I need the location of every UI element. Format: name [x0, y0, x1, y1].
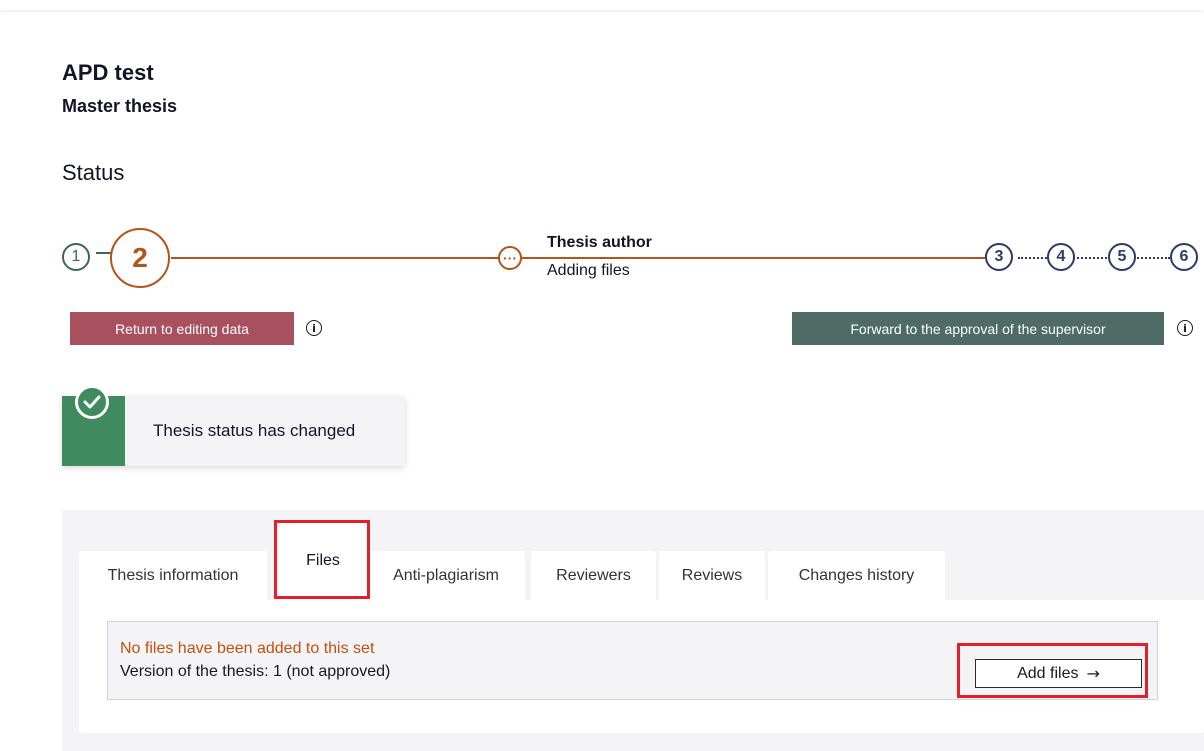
- step-3: 3: [985, 243, 1013, 271]
- tab-reviews[interactable]: Reviews: [659, 551, 765, 600]
- check-circle-icon: [75, 385, 109, 419]
- no-files-message: No files have been added to this set: [120, 640, 375, 657]
- ellipsis-icon: ···: [498, 246, 522, 270]
- step-2-current: 2: [110, 228, 170, 288]
- tab-changes-history[interactable]: Changes history: [768, 551, 945, 600]
- info-icon[interactable]: i: [306, 320, 322, 336]
- thesis-type: Master thesis: [62, 96, 178, 116]
- info-icon[interactable]: i: [1177, 320, 1193, 336]
- arrow-right-icon: →: [1086, 664, 1100, 683]
- status-notification: Thesis status has changed: [62, 396, 405, 466]
- thesis-version: Version of the thesis: 1 (not approved): [120, 663, 391, 680]
- tab-reviewers[interactable]: Reviewers: [531, 551, 656, 600]
- return-to-editing-button[interactable]: Return to editing data: [70, 312, 294, 345]
- add-files-label: Add files: [1017, 664, 1079, 682]
- status-heading: Status: [62, 160, 125, 185]
- step-1: 1: [62, 243, 90, 271]
- tab-thesis-information[interactable]: Thesis information: [79, 551, 267, 600]
- step-role: Thesis author: [547, 234, 652, 251]
- step-action: Adding files: [547, 262, 630, 279]
- notification-message: Thesis status has changed: [153, 421, 356, 440]
- add-files-button[interactable]: Add files →: [975, 659, 1142, 688]
- top-bar: [0, 0, 1204, 10]
- stepper-line-current: [171, 257, 985, 259]
- forward-to-supervisor-button[interactable]: Forward to the approval of the superviso…: [792, 312, 1164, 345]
- thesis-title: APD test: [62, 60, 154, 85]
- step-5: 5: [1108, 243, 1136, 271]
- tab-anti-plagiarism[interactable]: Anti-plagiarism: [367, 551, 525, 600]
- step-6: 6: [1170, 243, 1198, 271]
- step-4: 4: [1047, 243, 1075, 271]
- stepper-line-future: [1018, 257, 1170, 259]
- tab-files[interactable]: Files: [279, 522, 367, 600]
